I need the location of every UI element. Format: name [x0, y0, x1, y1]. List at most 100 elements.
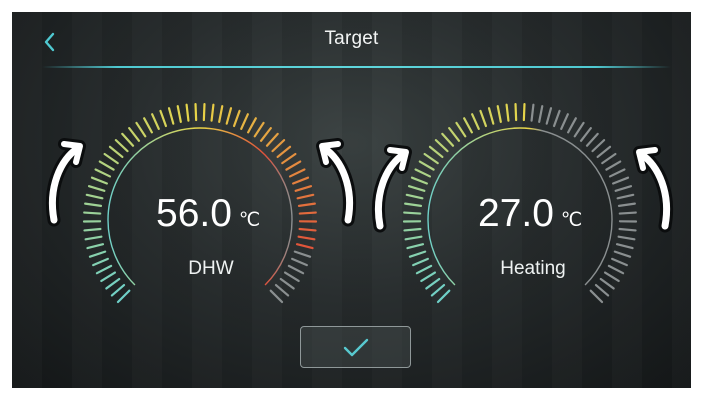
gauge-tick	[552, 109, 561, 128]
gauge-tick	[522, 102, 526, 122]
gauge-tick	[611, 257, 628, 267]
gauge-tick	[591, 139, 606, 153]
gauge-tick	[404, 235, 423, 241]
gauge-tick	[225, 107, 233, 125]
gauge-tick	[298, 211, 317, 215]
gauge-tick	[463, 117, 473, 134]
gauge-tick	[116, 289, 131, 304]
gauge-tick	[287, 264, 305, 275]
gauge-tick	[603, 271, 620, 283]
dhw-temperature-value: 56.0	[156, 192, 232, 235]
gauge-tick	[617, 202, 636, 207]
gauge-tick	[607, 264, 625, 275]
gauge-tick	[276, 145, 292, 159]
heating-temperature: 27.0 ℃	[478, 192, 582, 236]
gauge-tick	[259, 127, 272, 142]
gauge-tick	[614, 185, 633, 192]
gauge-tick	[599, 277, 615, 290]
gauge-tick	[410, 176, 428, 185]
gauge-tick	[298, 227, 317, 232]
gauge-tick	[293, 250, 312, 258]
gauge-tick	[579, 127, 592, 142]
gauge-tick	[85, 193, 104, 200]
gauge-tick	[86, 243, 105, 250]
gauge-tick	[98, 160, 115, 171]
gauge-tick	[514, 102, 518, 122]
gauge-tick	[83, 227, 102, 232]
gauge-tick	[128, 127, 141, 142]
gauge-tick	[428, 145, 444, 159]
gauge-tick	[265, 132, 279, 147]
gauge-tick	[87, 185, 106, 192]
gauge-tick	[567, 117, 577, 134]
gauge-tick	[560, 113, 569, 130]
gauge-tick	[423, 152, 439, 165]
gauge-tick	[415, 264, 433, 275]
gauge-tick	[589, 289, 604, 304]
dhw-temperature: 56.0 ℃	[156, 192, 260, 236]
gauge-tick	[412, 257, 429, 267]
gauge-tick	[613, 250, 632, 258]
gauge-tick	[618, 227, 637, 232]
gauge-tick	[288, 168, 306, 178]
gauge-tick	[143, 117, 153, 134]
gauge-tick	[448, 127, 461, 142]
gauge-tick	[434, 139, 449, 153]
gauge-tick	[274, 283, 290, 297]
gauge-tick	[404, 202, 423, 207]
gauge-tick	[608, 168, 626, 178]
gauge-tick	[269, 289, 284, 304]
gauge-tick	[596, 145, 612, 159]
gauge-tick	[283, 271, 300, 283]
gauge-tick	[100, 271, 117, 283]
gauge-tick	[92, 257, 109, 267]
gauge-tick	[94, 168, 112, 178]
gauge-tick	[151, 113, 160, 130]
gauge-tick	[605, 160, 622, 171]
heating-temperature-unit: ℃	[560, 210, 583, 231]
gauge-tick	[471, 113, 480, 130]
gauge-tick	[487, 107, 495, 125]
gauge-tick	[403, 211, 422, 215]
gauge-tick	[441, 132, 455, 147]
gauge-tick	[84, 202, 103, 207]
gauge-tick	[496, 105, 502, 123]
gauge-tick	[271, 139, 286, 153]
gauge-tick	[418, 160, 435, 171]
dhw-label: DHW	[188, 258, 234, 279]
gauge-tick	[218, 105, 224, 123]
gauge-tick	[291, 257, 308, 267]
gauge-tick	[430, 283, 446, 297]
gauge-tick	[105, 277, 121, 290]
gauge-tick	[407, 185, 426, 192]
gauge-tick	[185, 103, 190, 122]
gauge-tick	[103, 152, 119, 165]
gauge-tick	[505, 103, 510, 122]
gauge-tick	[253, 121, 265, 138]
gauge-tick	[573, 121, 585, 138]
gauge-tick	[538, 105, 544, 123]
curved-arrow-up-icon	[371, 144, 412, 233]
gauge-tick	[617, 235, 636, 241]
gauge-tick	[294, 185, 313, 192]
gauge-tick	[292, 176, 310, 185]
gauge-tick	[240, 113, 249, 130]
gauge-tick	[406, 243, 425, 250]
gauge-tick	[83, 211, 102, 215]
gauge-tick	[615, 243, 634, 250]
gauge-tick	[594, 283, 610, 297]
gauge-tick	[545, 107, 553, 125]
confirm-button[interactable]	[300, 326, 411, 368]
gauge-tick	[296, 193, 315, 200]
gauge-tick	[194, 102, 198, 122]
gauge-tick	[247, 117, 257, 134]
curved-arrow-up-icon	[45, 138, 86, 227]
gauge-tick	[414, 168, 432, 178]
gauge-tick	[601, 152, 617, 165]
gauge-tick	[479, 109, 488, 128]
heating-label: Heating	[500, 258, 566, 279]
gauge-tick	[210, 103, 215, 122]
gauge-tick	[420, 271, 437, 283]
gauge-tick	[110, 283, 126, 297]
dhw-temperature-unit: ℃	[238, 210, 261, 231]
